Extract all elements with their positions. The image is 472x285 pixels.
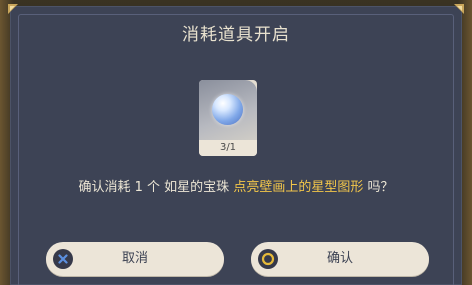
orb-icon: [212, 94, 243, 125]
corner-ornament-icon: [454, 4, 464, 14]
message-prefix: 确认消耗 1 个 如星的宝珠: [78, 180, 234, 195]
message-highlight: 点亮壁画上的星型图形: [233, 180, 364, 195]
item-card: 3/1: [199, 80, 257, 156]
confirm-label: 确认: [326, 251, 353, 266]
cancel-label: 取消: [121, 251, 148, 266]
confirm-button[interactable]: 确认: [251, 242, 429, 276]
message-suffix: 吗？: [363, 180, 394, 195]
confirm-message: 确认消耗 1 个 如星的宝珠 点亮壁画上的星型图形 吗？: [10, 176, 462, 195]
game-scene: 消耗道具开启 3/1 确认消耗 1 个 如星的宝珠 点亮壁画上的星型图形 吗？ …: [0, 0, 472, 285]
item-art: [199, 80, 257, 140]
item-count: 3/1: [199, 140, 257, 156]
consume-item-dialog: 消耗道具开启 3/1 确认消耗 1 个 如星的宝珠 点亮壁画上的星型图形 吗？ …: [8, 4, 464, 285]
cancel-button[interactable]: 取消: [46, 242, 224, 276]
dialog-title: 消耗道具开启: [182, 25, 290, 45]
corner-ornament-icon: [8, 4, 18, 14]
